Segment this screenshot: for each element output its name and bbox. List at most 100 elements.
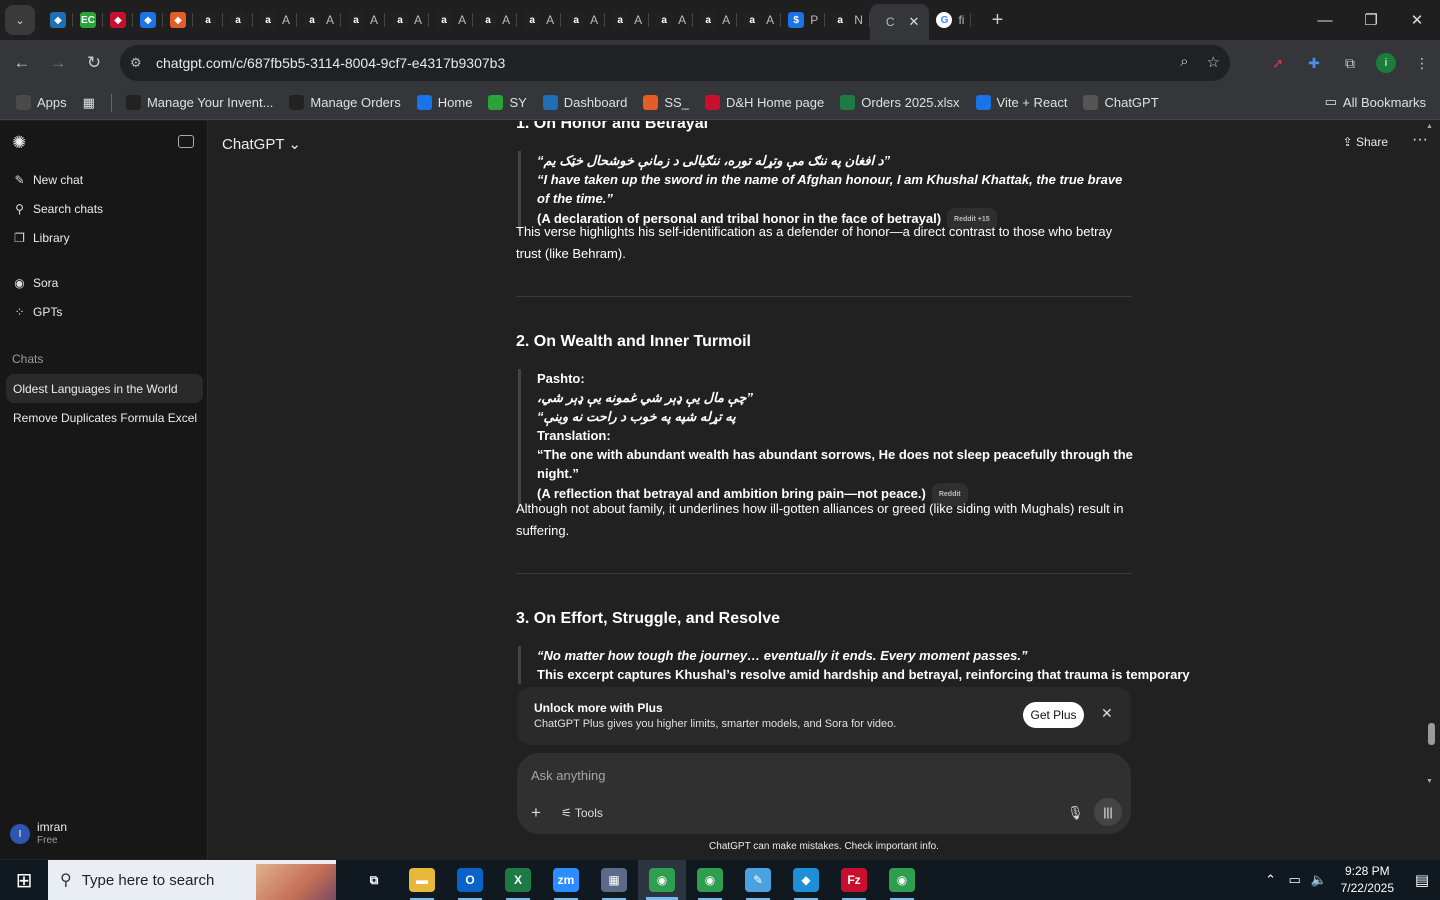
close-icon[interactable]: ✕ [1101, 705, 1113, 722]
all-bookmarks[interactable]: ▭ All Bookmarks [1325, 94, 1426, 110]
chat-history-item[interactable]: Remove Duplicates Formula Excel [6, 403, 203, 432]
openai-logo-icon[interactable]: ✺ [12, 133, 26, 153]
browser-tab[interactable]: ◆ [133, 0, 163, 40]
tab-search-button[interactable]: ⌄ [5, 5, 35, 35]
browser-tab[interactable]: aA [473, 0, 518, 40]
minimize-icon[interactable]: — [1302, 0, 1348, 40]
restore-icon[interactable]: ❐ [1348, 0, 1394, 40]
new-tab-icon[interactable]: + [985, 9, 1009, 32]
bookmark-item[interactable]: Manage Your Invent... [125, 95, 273, 110]
browser-tab[interactable]: aA [649, 0, 694, 40]
task-view-icon[interactable]: ⧉ [350, 860, 398, 900]
browser-tab[interactable]: aA [605, 0, 650, 40]
network-icon[interactable]: ▭ [1283, 872, 1307, 888]
extensions-puzzle-icon[interactable]: ⧉ [1332, 55, 1368, 72]
notifications-icon[interactable]: ▤ [1404, 871, 1440, 889]
bookmark-item[interactable]: Dashboard [542, 95, 627, 110]
browser-tab[interactable]: aA [253, 0, 298, 40]
sidebar-item-library[interactable]: ❐ Library [12, 231, 70, 245]
browser-tab[interactable]: a [223, 0, 253, 40]
bookmark-item[interactable]: D&H Home page [704, 95, 824, 110]
active-browser-tab[interactable]: C ✕ [869, 4, 930, 40]
bookmark-item[interactable]: SY [488, 95, 527, 110]
volume-icon[interactable]: 🔈 [1307, 872, 1331, 888]
browser-tab[interactable]: aA [429, 0, 474, 40]
share-button[interactable]: ⇪ Share [1343, 135, 1388, 149]
model-selector[interactable]: ChatGPT ⌄ [222, 135, 301, 153]
chrome-icon[interactable]: ◉ [638, 860, 686, 900]
tools-button[interactable]: ⚟ Tools [561, 806, 603, 820]
browser-tab[interactable]: $ P [781, 0, 826, 40]
browser-tab[interactable]: aA [341, 0, 386, 40]
notepad-icon[interactable]: ✎ [734, 860, 782, 900]
close-tab-icon[interactable]: ✕ [909, 14, 920, 30]
browser-tab[interactable]: Gfi [929, 0, 972, 40]
more-options-icon[interactable]: ··· [1412, 131, 1428, 149]
browser-tab[interactable]: aA [297, 0, 342, 40]
extension-red-icon[interactable]: ➚ [1260, 55, 1296, 72]
get-plus-button[interactable]: Get Plus [1023, 702, 1084, 728]
bookmark-star-icon[interactable]: ☆ [1207, 53, 1220, 71]
microphone-icon[interactable]: 🎙 [1067, 805, 1084, 821]
filezilla-icon[interactable]: Fz [830, 860, 878, 900]
app-icon[interactable]: ◆ [782, 860, 830, 900]
clock[interactable]: 9:28 PM 7/22/2025 [1341, 863, 1394, 897]
bookmark-item[interactable]: Manage Orders [289, 95, 401, 110]
voice-mode-icon[interactable]: ||| [1094, 798, 1122, 826]
sidebar-toggle-icon[interactable] [178, 135, 194, 148]
scroll-down-icon[interactable]: ▼ [1426, 778, 1433, 785]
bookmark-icon [704, 95, 720, 110]
bookmark-item[interactable]: ChatGPT [1083, 95, 1159, 110]
profile-avatar-icon[interactable]: i [1368, 53, 1404, 73]
zoom-icon[interactable]: zm [542, 860, 590, 900]
chrome-icon[interactable]: ◉ [686, 860, 734, 900]
browser-tab[interactable]: aA [561, 0, 606, 40]
browser-tab[interactable]: EC [73, 0, 103, 40]
user-profile[interactable]: I imran Free [10, 821, 67, 847]
outlook-icon[interactable]: O [446, 860, 494, 900]
windows-start-icon[interactable]: ⊞ [0, 860, 48, 900]
chrome-profile-icon[interactable]: ◉ [878, 860, 926, 900]
browser-tab[interactable]: ◆ [163, 0, 193, 40]
sidebar-item-new-chat[interactable]: ✎ New chat [12, 173, 83, 187]
browser-menu-icon[interactable]: ⋮ [1404, 55, 1440, 72]
forward-icon[interactable]: → [40, 45, 76, 81]
attach-plus-icon[interactable]: + [531, 803, 541, 823]
reload-icon[interactable]: ↻ [76, 45, 112, 81]
browser-tab[interactable]: aA [517, 0, 562, 40]
user-plan: Free [37, 835, 58, 846]
browser-tab[interactable]: ◆ [43, 0, 73, 40]
browser-tab[interactable]: aN [825, 0, 870, 40]
taskbar-search[interactable]: ⚲ Type here to search [48, 860, 336, 900]
browser-tab[interactable]: ◆ [103, 0, 133, 40]
bookmark-item[interactable]: Vite + React [975, 95, 1067, 110]
browser-tab[interactable]: aA [693, 0, 738, 40]
bookmark-item[interactable]: Home [416, 95, 472, 110]
calculator-icon[interactable]: ▦ [590, 860, 638, 900]
tab-groups-icon[interactable]: ▦ [83, 95, 95, 111]
chevron-up-icon[interactable]: ⌃ [1259, 872, 1283, 888]
browser-tab[interactable]: aA [737, 0, 782, 40]
close-window-icon[interactable]: ✕ [1394, 0, 1440, 40]
scroll-up-icon[interactable]: ▲ [1426, 123, 1433, 130]
zoom-icon[interactable]: ⌕ [1180, 53, 1188, 71]
bookmark-item[interactable]: Apps [16, 95, 67, 110]
address-bar[interactable]: ⚙ chatgpt.com/c/687fb5b5-3114-8004-9cf7-… [120, 45, 1230, 81]
sidebar-item-gpts[interactable]: ⁘ GPTs [12, 305, 62, 319]
prompt-input[interactable] [531, 765, 1091, 785]
pashto-line: په تړله شپه په خوب د راحت نه وينې“ [537, 409, 736, 424]
sidebar-item-search-chats[interactable]: ⚲ Search chats [12, 202, 103, 216]
excel-icon[interactable]: X [494, 860, 542, 900]
bookmark-item[interactable]: Orders 2025.xlsx [840, 95, 960, 110]
bookmark-item[interactable]: SS_ [643, 95, 689, 110]
chat-history-item[interactable]: Oldest Languages in the World [6, 374, 203, 403]
file-explorer-icon[interactable]: ▬ [398, 860, 446, 900]
sidebar-item-sora[interactable]: ◉ Sora [12, 276, 58, 290]
browser-tab[interactable]: aA [385, 0, 430, 40]
browser-tab[interactable]: a [193, 0, 223, 40]
back-icon[interactable]: ← [4, 45, 40, 81]
bookmark-label: Orders 2025.xlsx [861, 95, 960, 110]
scrollbar-thumb[interactable] [1428, 723, 1435, 745]
site-info-icon[interactable]: ⚙ [130, 55, 146, 71]
extension-blue-icon[interactable]: ✚ [1296, 55, 1332, 72]
